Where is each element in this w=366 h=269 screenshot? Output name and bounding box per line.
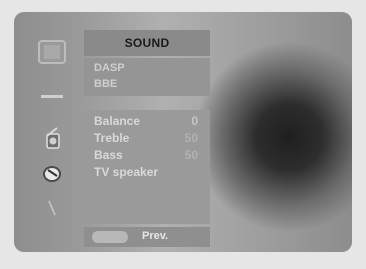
tv-icon[interactable] — [32, 36, 72, 70]
prev-button-icon[interactable] — [92, 231, 128, 243]
slash-icon[interactable] — [32, 196, 72, 220]
prev-label[interactable]: Prev. — [142, 230, 168, 242]
knob-icon[interactable] — [32, 158, 72, 188]
balance-value: 0 — [191, 114, 198, 128]
menu-item-treble[interactable]: Treble 50 — [94, 131, 204, 147]
top-options-panel: DASP BBE — [84, 58, 210, 96]
treble-value: 50 — [184, 131, 198, 145]
tv-speaker-label: TV speaker — [94, 165, 159, 179]
minus-icon[interactable] — [32, 88, 72, 106]
menu-item-tv-speaker[interactable]: TV speaker — [94, 165, 204, 181]
menu-item-bbe[interactable]: BBE — [94, 78, 117, 90]
menu-item-bass[interactable]: Bass 50 — [94, 148, 204, 164]
bass-label: Bass — [94, 148, 123, 162]
sound-settings-panel: Balance 0 Treble 50 Bass 50 TV speaker — [84, 110, 210, 224]
speaker-icon[interactable] — [32, 124, 72, 154]
footer-bar: Prev. — [84, 227, 210, 247]
treble-label: Treble — [94, 131, 130, 145]
menu-item-balance[interactable]: Balance 0 — [94, 114, 204, 130]
balance-label: Balance — [94, 114, 141, 128]
side-icons — [32, 36, 72, 226]
menu-title: SOUND — [84, 30, 210, 56]
bass-value: 50 — [184, 148, 198, 162]
menu-item-dasp[interactable]: DASP — [94, 62, 125, 74]
tv-screen: SOUND DASP BBE Balance 0 Treble 50 Bass … — [14, 12, 352, 252]
